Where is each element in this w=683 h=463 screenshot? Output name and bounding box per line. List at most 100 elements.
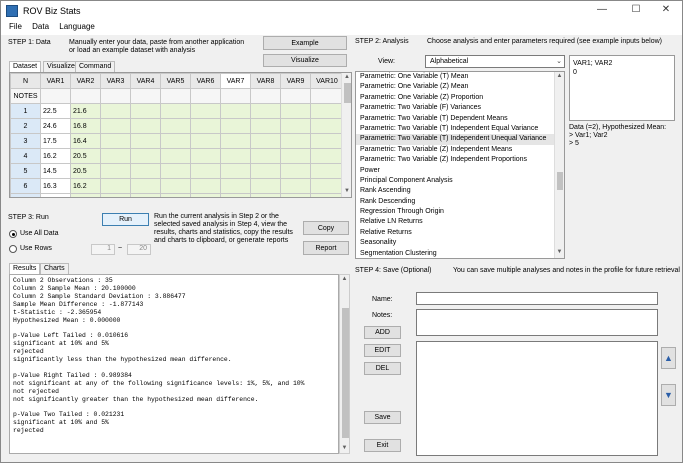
analysis-list-item[interactable]: Parametric: One Variable (T) Mean (356, 72, 564, 82)
analysis-list-item[interactable]: Segmentation Clustering (356, 249, 564, 258)
grid-cell[interactable] (190, 118, 221, 134)
grid-cell[interactable] (190, 163, 221, 179)
move-up-button[interactable]: ▲ (661, 347, 676, 369)
grid-header-var5[interactable]: VAR5 (160, 73, 191, 89)
grid-cell[interactable] (280, 193, 311, 197)
analysis-list-item[interactable]: Parametric: One Variable (Z) Mean (356, 82, 564, 92)
grid-header-var1[interactable]: VAR1 (40, 73, 71, 89)
copy-button[interactable]: Copy (303, 221, 349, 235)
grid-cell[interactable]: 16.4 (70, 133, 101, 149)
edit-button[interactable]: EDIT (364, 344, 401, 357)
grid-cell[interactable]: 16.2 (70, 178, 101, 194)
grid-cell[interactable] (190, 133, 221, 149)
scroll-up-icon[interactable]: ▲ (340, 276, 349, 282)
analysis-list-item[interactable]: Parametric: Two Variable (Z) Independent… (356, 145, 564, 155)
grid-cell[interactable] (310, 148, 344, 164)
grid-cell[interactable] (220, 118, 251, 134)
menu-data[interactable]: Data (32, 22, 49, 31)
grid-cell[interactable] (310, 133, 344, 149)
grid-cell[interactable] (250, 178, 281, 194)
grid-cell[interactable] (220, 133, 251, 149)
grid-cell[interactable]: 20.5 (70, 163, 101, 179)
grid-cell[interactable] (220, 178, 251, 194)
data-grid[interactable]: N VAR1 VAR2 VAR3 VAR4 VAR5 VAR6 VAR7 VAR… (9, 72, 352, 198)
results-vertical-scrollbar[interactable]: ▲ ▼ (339, 274, 350, 454)
grid-vertical-scrollbar[interactable]: ▲ ▼ (341, 73, 351, 197)
grid-cell[interactable] (220, 163, 251, 179)
grid-cell[interactable] (100, 163, 131, 179)
grid-cell[interactable] (280, 88, 311, 104)
move-down-button[interactable]: ▼ (661, 384, 676, 406)
grid-cell[interactable] (220, 193, 251, 197)
tab-charts[interactable]: Charts (40, 263, 69, 274)
rows-to-input[interactable]: 20 (127, 244, 151, 255)
grid-cell[interactable]: 24.6 (40, 118, 71, 134)
menu-language[interactable]: Language (59, 22, 95, 31)
grid-cell[interactable] (250, 133, 281, 149)
grid-cell[interactable] (250, 118, 281, 134)
grid-header-var4[interactable]: VAR4 (130, 73, 161, 89)
grid-header-var2[interactable]: VAR2 (70, 73, 101, 89)
grid-cell[interactable]: 20.5 (70, 148, 101, 164)
analysis-list-item[interactable]: Parametric: Two Variable (T) Dependent M… (356, 114, 564, 124)
grid-header-var9[interactable]: VAR9 (280, 73, 311, 89)
grid-cell[interactable] (190, 88, 221, 104)
grid-cell[interactable]: 17.5 (40, 133, 71, 149)
exit-button[interactable]: Exit (364, 439, 401, 452)
grid-cell[interactable]: 20.1 (70, 193, 101, 197)
analysis-list-item[interactable]: Principal Component Analysis (356, 176, 564, 186)
scroll-down-icon[interactable]: ▼ (340, 445, 349, 451)
grid-cell[interactable]: 14.5 (40, 163, 71, 179)
use-rows-radio[interactable] (9, 245, 17, 253)
grid-cell[interactable] (310, 193, 344, 197)
grid-cell[interactable] (160, 103, 191, 119)
view-select[interactable]: Alphabetical ⌄ (425, 55, 565, 68)
del-button[interactable]: DEL (364, 362, 401, 375)
grid-cell[interactable] (100, 103, 131, 119)
grid-cell[interactable] (160, 148, 191, 164)
scroll-down-icon[interactable]: ▼ (342, 188, 351, 194)
grid-cell[interactable] (310, 103, 344, 119)
scroll-up-icon[interactable]: ▲ (555, 73, 564, 79)
notes-input[interactable] (416, 309, 658, 336)
analysis-list-item[interactable]: Regression Through Origin (356, 207, 564, 217)
analysis-list-item[interactable]: Parametric: Two Variable (T) Independent… (356, 134, 564, 145)
tab-visualize[interactable]: Visualize (43, 61, 79, 72)
analysis-list-item[interactable]: Parametric: Two Variable (T) Independent… (356, 124, 564, 134)
grid-cell[interactable] (100, 178, 131, 194)
grid-cell[interactable] (70, 88, 101, 104)
grid-cell[interactable] (160, 88, 191, 104)
grid-cell[interactable] (280, 163, 311, 179)
analysis-list-item[interactable]: Rank Ascending (356, 186, 564, 196)
analysis-list-item[interactable]: Parametric: Two Variable (Z) Independent… (356, 155, 564, 165)
results-text-area[interactable]: Column 2 Observations : 35 Column 2 Sampl… (9, 274, 339, 454)
grid-cell[interactable] (130, 178, 161, 194)
grid-cell[interactable] (130, 163, 161, 179)
rows-from-input[interactable]: 1 (91, 244, 115, 255)
grid-cell[interactable] (100, 133, 131, 149)
grid-cell[interactable] (310, 163, 344, 179)
analysis-list-item[interactable]: Relative LN Returns (356, 217, 564, 227)
grid-cell[interactable] (130, 88, 161, 104)
name-input[interactable] (416, 292, 658, 305)
grid-header-var3[interactable]: VAR3 (100, 73, 131, 89)
parameters-input[interactable]: VAR1; VAR2 0 (569, 55, 675, 121)
grid-cell[interactable] (280, 148, 311, 164)
grid-header-var7[interactable]: VAR7 (220, 73, 251, 89)
example-button[interactable]: Example (263, 36, 347, 50)
analysis-list-item[interactable]: Relative Returns (356, 228, 564, 238)
grid-cell[interactable]: 16.8 (70, 118, 101, 134)
grid-header-var10[interactable]: VAR10 (310, 73, 344, 89)
analysis-list-item[interactable]: Seasonality (356, 238, 564, 248)
grid-cell[interactable] (160, 193, 191, 197)
run-button[interactable]: Run (102, 213, 149, 226)
grid-cell[interactable] (130, 193, 161, 197)
grid-cell[interactable] (310, 88, 344, 104)
grid-cell[interactable] (280, 178, 311, 194)
grid-cell[interactable] (220, 88, 251, 104)
results-scroll-thumb[interactable] (342, 308, 349, 438)
grid-cell[interactable] (220, 148, 251, 164)
close-button[interactable]: ✕ (653, 4, 679, 18)
grid-cell[interactable] (160, 163, 191, 179)
report-button[interactable]: Report (303, 241, 349, 255)
